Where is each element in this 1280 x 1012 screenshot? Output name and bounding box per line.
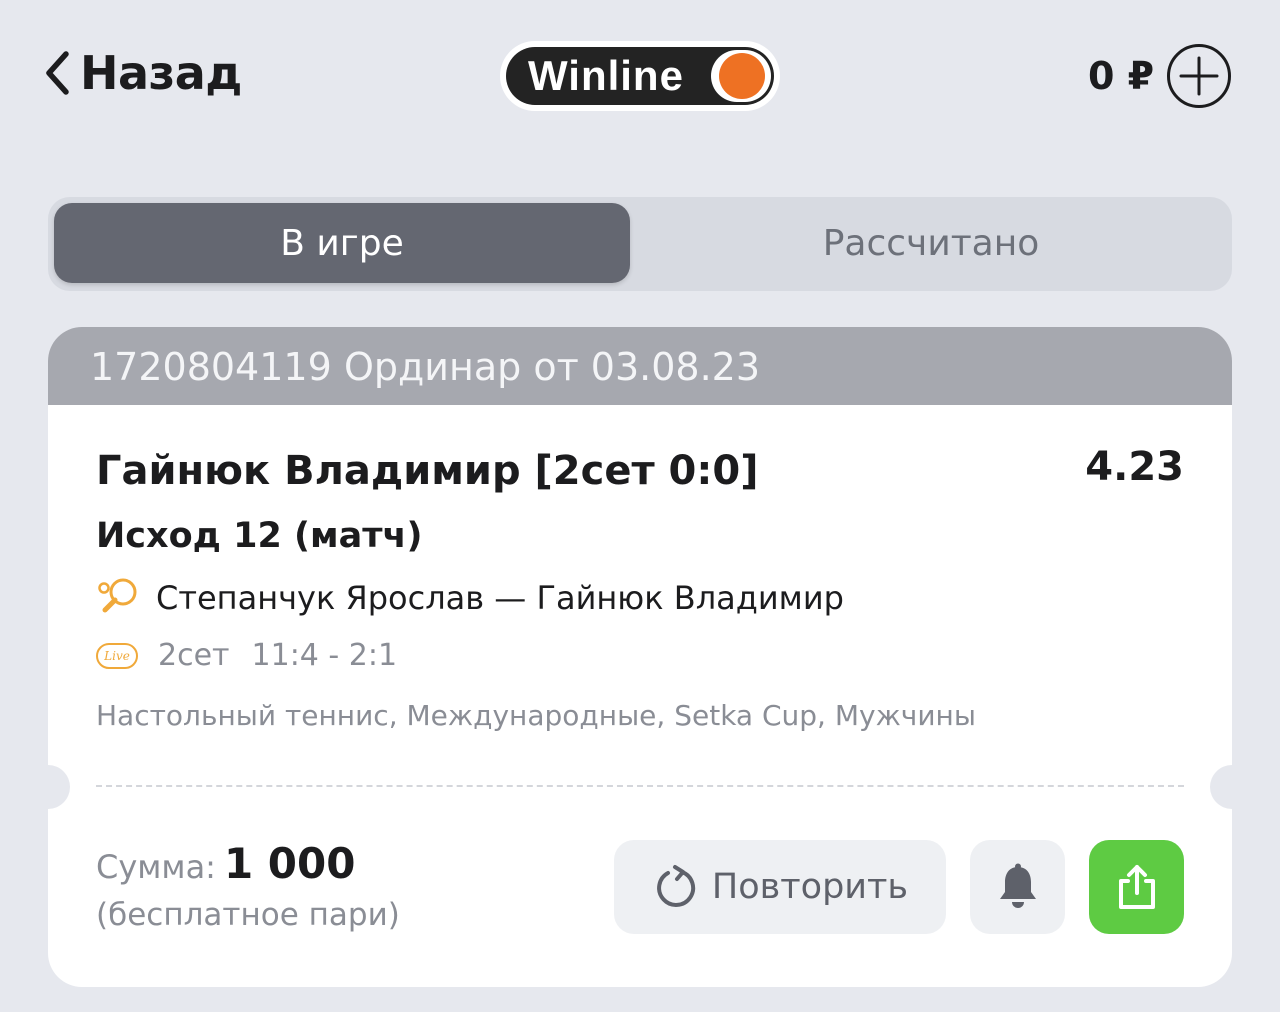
event-row: Степанчук Ярослав — Гайнюк Владимир (96, 577, 844, 619)
live-icon: Live (96, 642, 138, 669)
repeat-label: Повторить (711, 867, 909, 907)
tab-in-play-label: В игре (280, 222, 404, 264)
stake-label: Сумма: (96, 848, 216, 886)
dashed-divider (96, 785, 1184, 787)
bet-id: 1720804119 (90, 345, 332, 389)
market-name: Исход 12 (матч) (96, 516, 423, 556)
add-funds-button[interactable] (1166, 43, 1232, 109)
logo-dot (719, 53, 765, 99)
repeat-button[interactable]: Повторить (614, 840, 946, 934)
card-notch-right (1210, 765, 1232, 809)
card-notch-left (48, 765, 70, 809)
bet-type-date: Ординар от 03.08.23 (344, 345, 761, 389)
bet-card: 1720804119 Ординар от 03.08.23 Гайнюк Вл… (48, 327, 1232, 987)
bet-card-header: 1720804119 Ординар от 03.08.23 (48, 327, 1232, 405)
balance: 0 ₽ (1088, 54, 1155, 98)
bet-status-tabs: В игре Рассчитано (48, 197, 1232, 291)
tab-settled-label: Рассчитано (822, 222, 1040, 264)
back-label: Назад (80, 46, 242, 100)
back-button[interactable]: Назад (44, 46, 242, 100)
logo-text: Winline (528, 52, 684, 99)
tournament-info: Настольный теннис, Международные, Setka … (96, 699, 976, 732)
winline-logo: Winline (500, 41, 780, 111)
event-teams: Степанчук Ярослав — Гайнюк Владимир (156, 579, 844, 617)
live-row: Live 2сет 11:4 - 2:1 (96, 638, 397, 673)
bell-icon (999, 863, 1036, 908)
tab-settled[interactable]: Рассчитано (636, 203, 1226, 283)
share-icon (1118, 865, 1155, 909)
notify-button[interactable] (970, 840, 1065, 934)
tab-in-play[interactable]: В игре (54, 203, 630, 283)
table-tennis-icon (98, 578, 137, 613)
selection-title: Гайнюк Владимир [2сет 0:0] (96, 448, 759, 494)
stake-amount: 1 000 (223, 839, 356, 888)
live-set: 2сет (158, 638, 230, 673)
odds-value: 4.23 (1085, 444, 1184, 490)
share-button[interactable] (1089, 840, 1184, 934)
chevron-left-icon (46, 51, 69, 95)
live-score: 11:4 - 2:1 (251, 638, 398, 673)
free-bet-note: (бесплатное пари) (96, 897, 400, 933)
stake-sum: Сумма: 1 000 (96, 839, 355, 888)
refresh-icon (657, 865, 696, 907)
